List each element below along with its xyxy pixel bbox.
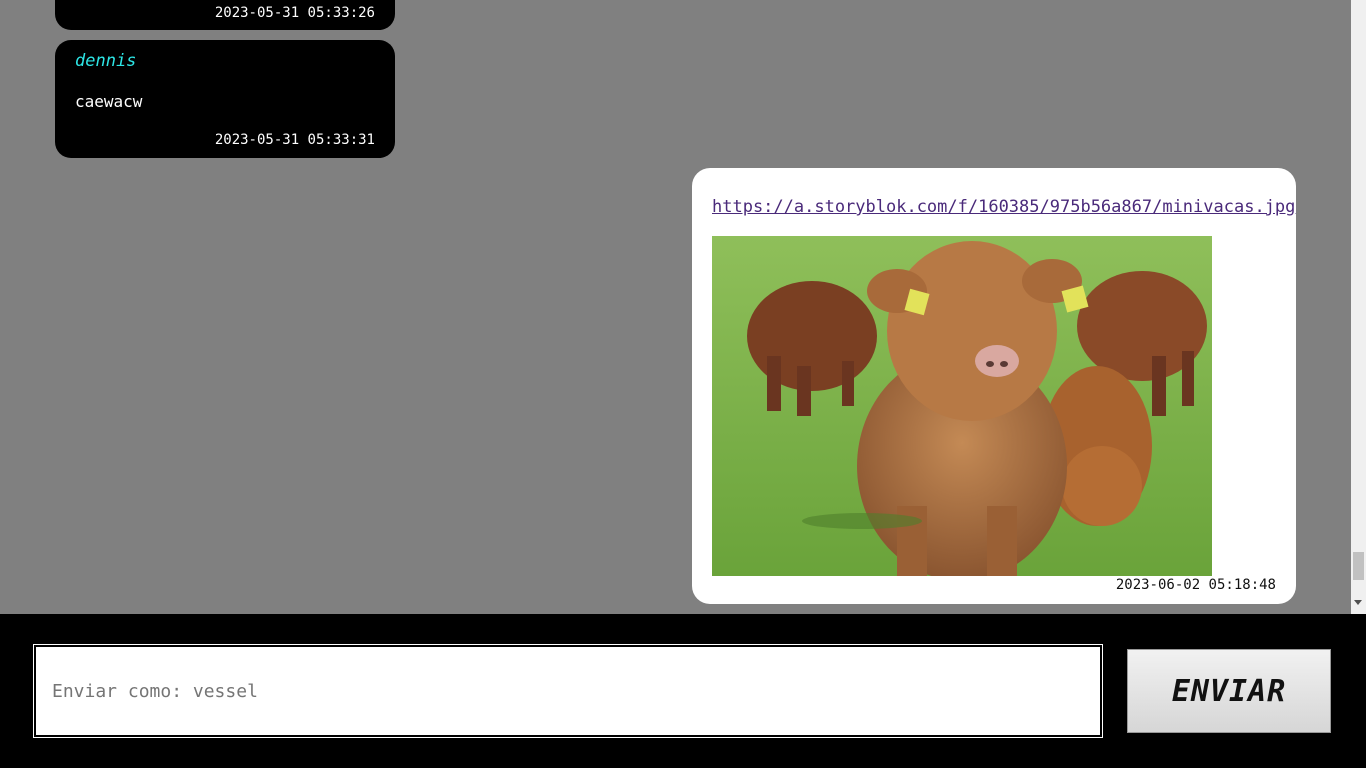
scroll-down-arrow-icon[interactable] (1354, 600, 1362, 605)
chat-scrollbar[interactable] (1351, 0, 1366, 614)
scrollbar-thumb[interactable] (1353, 552, 1364, 580)
message-timestamp: 2023-05-31 05:33:31 (214, 132, 375, 148)
message-username: dennis (75, 51, 137, 71)
send-button[interactable]: ENVIAR (1127, 649, 1331, 733)
message-composer: ENVIAR (0, 614, 1366, 768)
chat-messages: 2023-05-31 05:33:26 dennis caewacw 2023-… (0, 0, 1351, 614)
own-message-bubble: https://a.storyblok.com/f/160385/975b56a… (692, 168, 1296, 604)
message-timestamp: 2023-06-02 05:18:48 (1115, 577, 1276, 593)
message-input[interactable] (33, 644, 1103, 738)
message-image[interactable] (712, 236, 1212, 576)
message-bubble: 2023-05-31 05:33:26 (55, 0, 395, 30)
message-link[interactable]: https://a.storyblok.com/f/160385/975b56a… (712, 197, 1295, 217)
message-text: caewacw (75, 92, 143, 111)
message-timestamp: 2023-05-31 05:33:26 (214, 5, 375, 21)
message-bubble: dennis caewacw 2023-05-31 05:33:31 (55, 40, 395, 158)
